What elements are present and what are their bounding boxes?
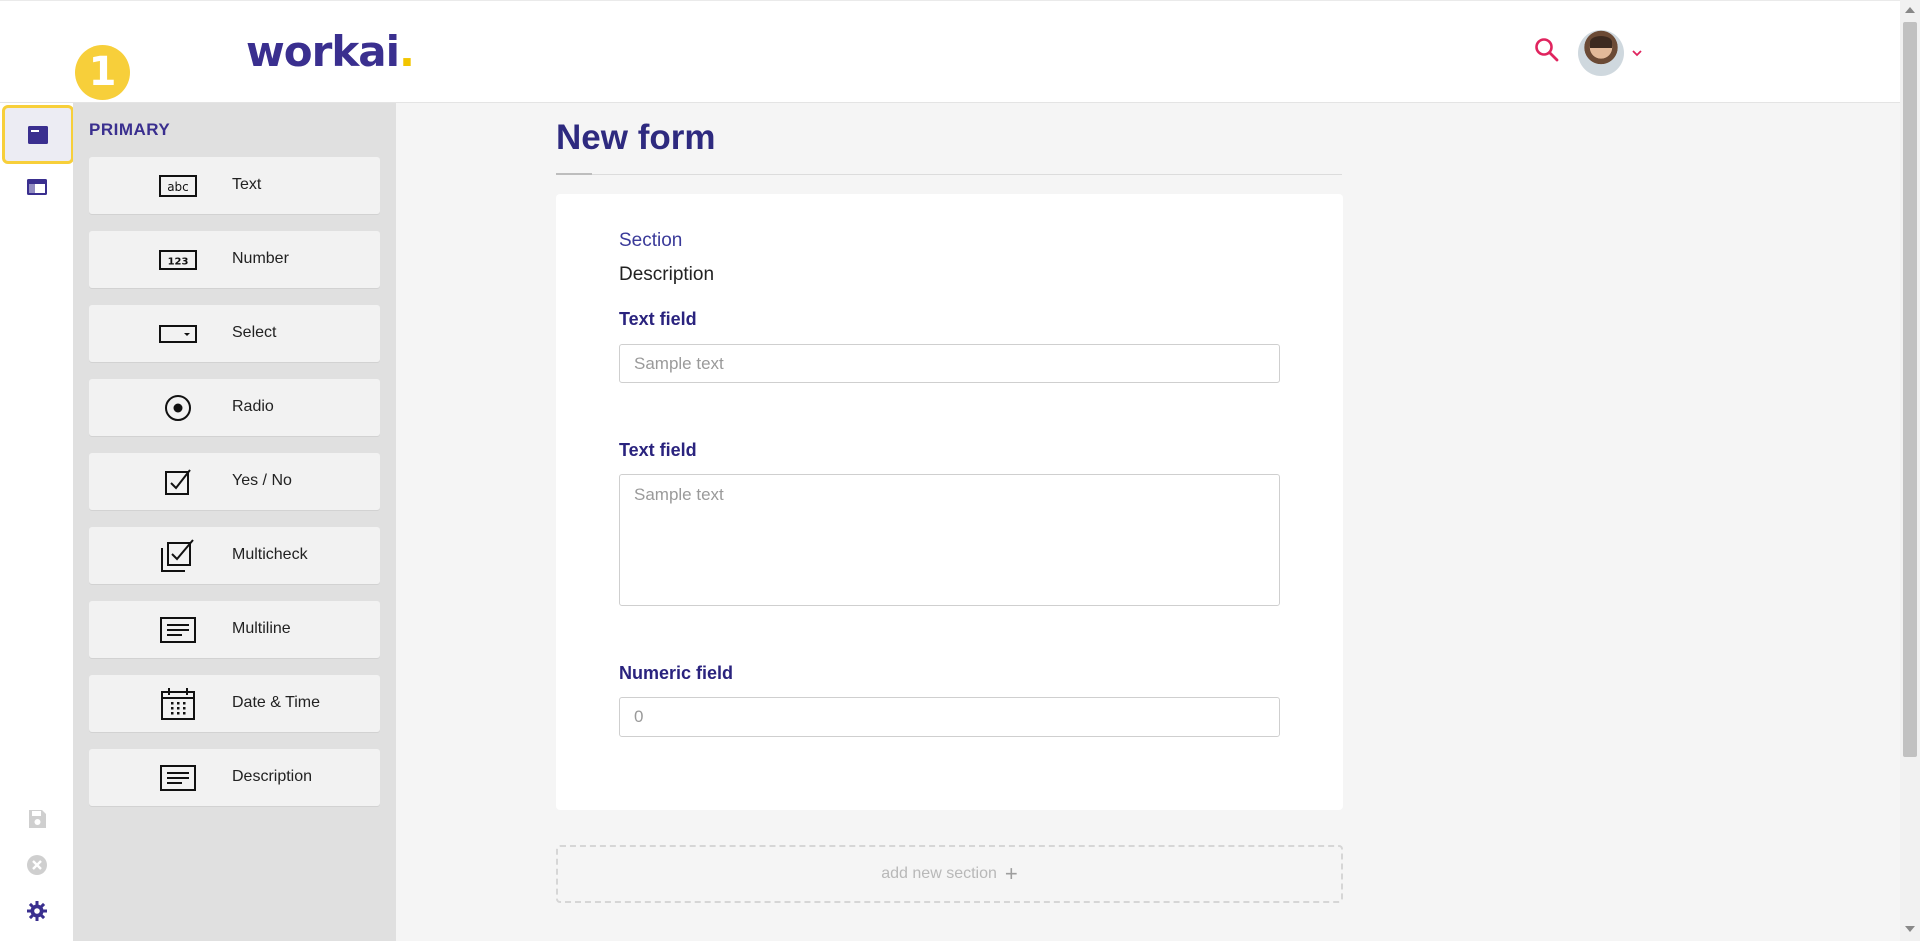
form-icon (28, 125, 48, 144)
rail-layout-button[interactable] (0, 159, 73, 214)
multicheck-icon (159, 539, 197, 573)
step-badge: 1 (75, 45, 130, 100)
field-palette: PRIMARY abc Text 123 Number Select Radio… (73, 103, 396, 941)
icon-rail (0, 103, 74, 941)
palette-title: PRIMARY (89, 120, 171, 139)
field-label[interactable]: Text field (619, 309, 697, 330)
cancel-icon (26, 854, 47, 875)
palette-item-select[interactable]: Select (89, 305, 380, 362)
palette-item-multiline[interactable]: Multiline (89, 601, 380, 658)
logo-text: workai (246, 27, 400, 76)
page-title: New form (556, 118, 716, 157)
search-button[interactable] (1533, 36, 1561, 64)
save-icon (28, 809, 46, 828)
palette-item-description[interactable]: Description (89, 749, 380, 806)
top-header: workai. (0, 0, 1900, 103)
palette-item-label: Text (232, 176, 262, 193)
palette-item-multicheck[interactable]: Multicheck (89, 527, 380, 584)
title-divider-accent (556, 173, 592, 175)
palette-item-label: Radio (232, 398, 274, 415)
avatar[interactable] (1578, 30, 1624, 76)
text-field-icon: abc (159, 169, 197, 203)
palette-item-label: Multicheck (232, 546, 308, 563)
palette-item-yes-no[interactable]: Yes / No (89, 453, 380, 510)
search-icon (1535, 38, 1559, 62)
layout-icon (26, 178, 47, 195)
checkbox-icon (159, 465, 197, 499)
user-menu[interactable] (1578, 29, 1644, 77)
add-section-label: add new section (881, 865, 997, 882)
palette-item-label: Yes / No (232, 472, 292, 489)
palette-item-label: Number (232, 250, 289, 267)
radio-icon (159, 391, 197, 425)
multiline-text-input[interactable] (619, 474, 1280, 606)
palette-item-text[interactable]: abc Text (89, 157, 380, 214)
palette-item-radio[interactable]: Radio (89, 379, 380, 436)
palette-item-label: Description (232, 768, 313, 785)
palette-item-label: Date & Time (232, 694, 321, 711)
chevron-down-icon (1632, 50, 1642, 57)
description-icon (159, 761, 197, 795)
section-description[interactable]: Description (619, 264, 714, 286)
select-field-icon (159, 317, 197, 351)
text-field-input[interactable] (619, 344, 1280, 383)
multiline-icon (159, 613, 197, 647)
field-label[interactable]: Text field (619, 440, 697, 461)
palette-item-number[interactable]: 123 Number (89, 231, 380, 288)
palette-item-label: Multiline (232, 620, 291, 637)
workai-logo[interactable]: workai. (246, 27, 415, 76)
title-divider (556, 174, 1342, 175)
vertical-scrollbar[interactable] (1900, 0, 1920, 941)
palette-item-label: Select (232, 324, 277, 341)
palette-item-date-time[interactable]: Date & Time (89, 675, 380, 732)
rail-form-button[interactable] (2, 105, 74, 164)
number-field-icon: 123 (159, 243, 197, 277)
field-label[interactable]: Numeric field (619, 663, 733, 684)
section-title[interactable]: Section (619, 230, 682, 252)
calendar-icon (159, 687, 197, 721)
plus-icon: + (1004, 861, 1018, 886)
add-new-section-button[interactable]: add new section + (556, 845, 1343, 903)
svg-text:123: 123 (168, 257, 189, 268)
svg-text:abc: abc (167, 180, 189, 194)
settings-icon (26, 900, 47, 921)
numeric-field-input[interactable] (619, 697, 1280, 737)
scroll-thumb[interactable] (1903, 22, 1917, 757)
scroll-up-arrow[interactable] (1905, 7, 1915, 13)
logo-dot: . (399, 27, 415, 76)
scroll-down-arrow[interactable] (1905, 926, 1915, 932)
rail-settings-button[interactable] (0, 883, 73, 938)
